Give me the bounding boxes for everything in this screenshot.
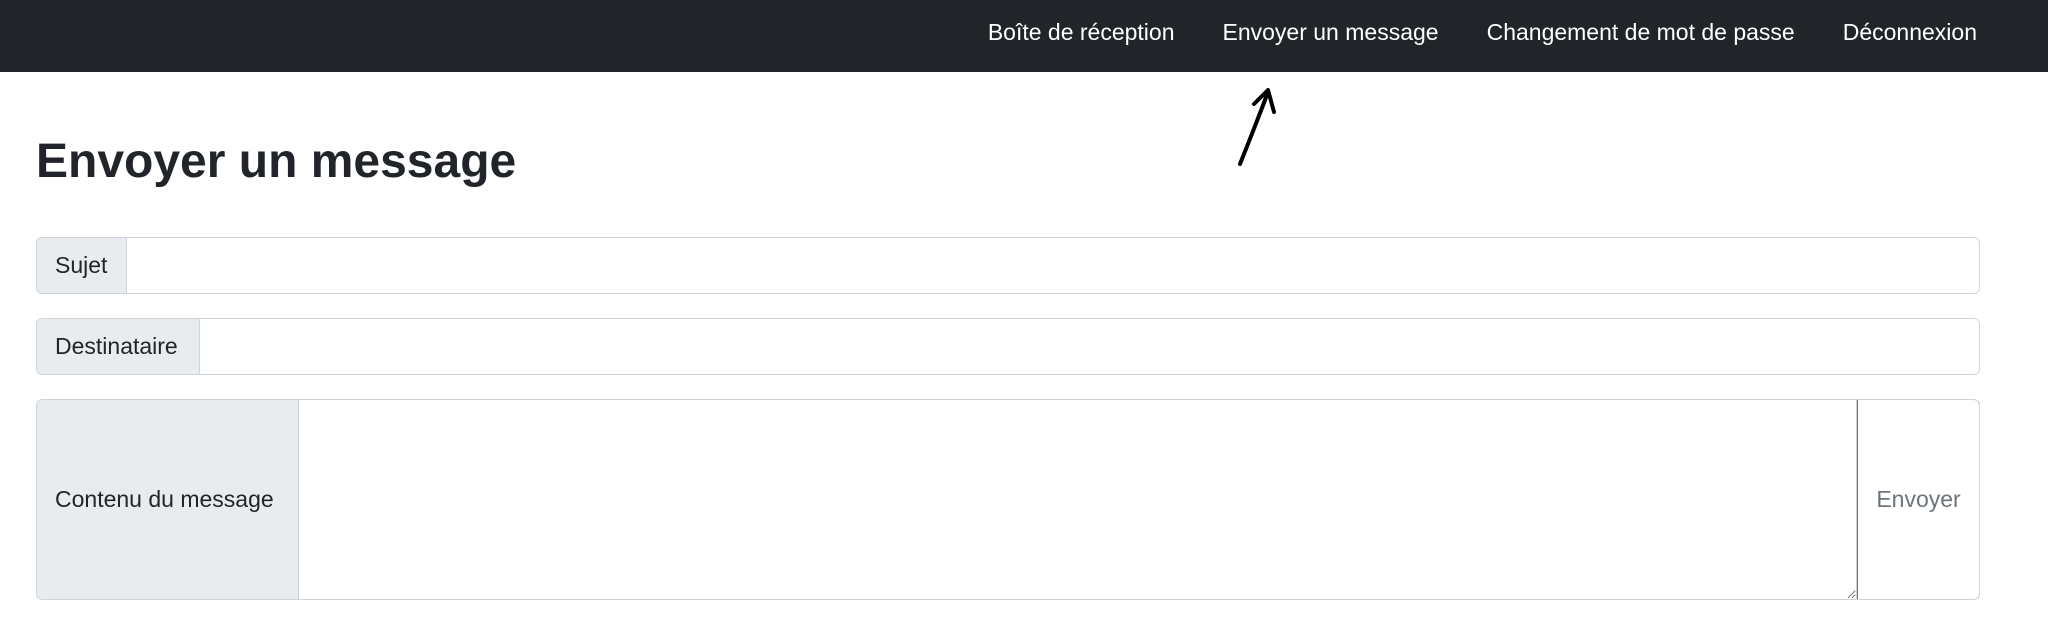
recipient-label: Destinataire (37, 319, 200, 374)
page-title: Envoyer un message (36, 135, 517, 188)
top-navbar: Boîte de réception Envoyer un message Ch… (0, 0, 2048, 72)
content-label: Contenu du message (37, 400, 299, 599)
subject-input-group: Sujet (36, 237, 1980, 294)
nav-item-inbox: Boîte de réception (988, 19, 1175, 46)
nav-list: Boîte de réception Envoyer un message Ch… (988, 0, 1977, 64)
send-button[interactable]: Envoyer (1857, 400, 1979, 599)
message-content-textarea[interactable] (299, 400, 1857, 599)
nav-link-logout[interactable]: Déconnexion (1843, 19, 1977, 45)
hand-drawn-arrow-icon (1238, 88, 1276, 166)
nav-item-change-password: Changement de mot de passe (1487, 19, 1795, 46)
nav-link-change-password[interactable]: Changement de mot de passe (1487, 19, 1795, 45)
nav-item-logout: Déconnexion (1843, 19, 1977, 46)
recipient-input-group: Destinataire (36, 318, 1980, 375)
nav-link-inbox[interactable]: Boîte de réception (988, 19, 1175, 45)
content-input-group: Contenu du message Envoyer (36, 399, 1980, 600)
nav-link-send-message[interactable]: Envoyer un message (1223, 19, 1439, 45)
subject-label: Sujet (37, 238, 127, 293)
nav-item-send-message: Envoyer un message (1223, 19, 1439, 46)
recipient-input[interactable] (200, 319, 1979, 374)
subject-input[interactable] (127, 238, 1979, 293)
